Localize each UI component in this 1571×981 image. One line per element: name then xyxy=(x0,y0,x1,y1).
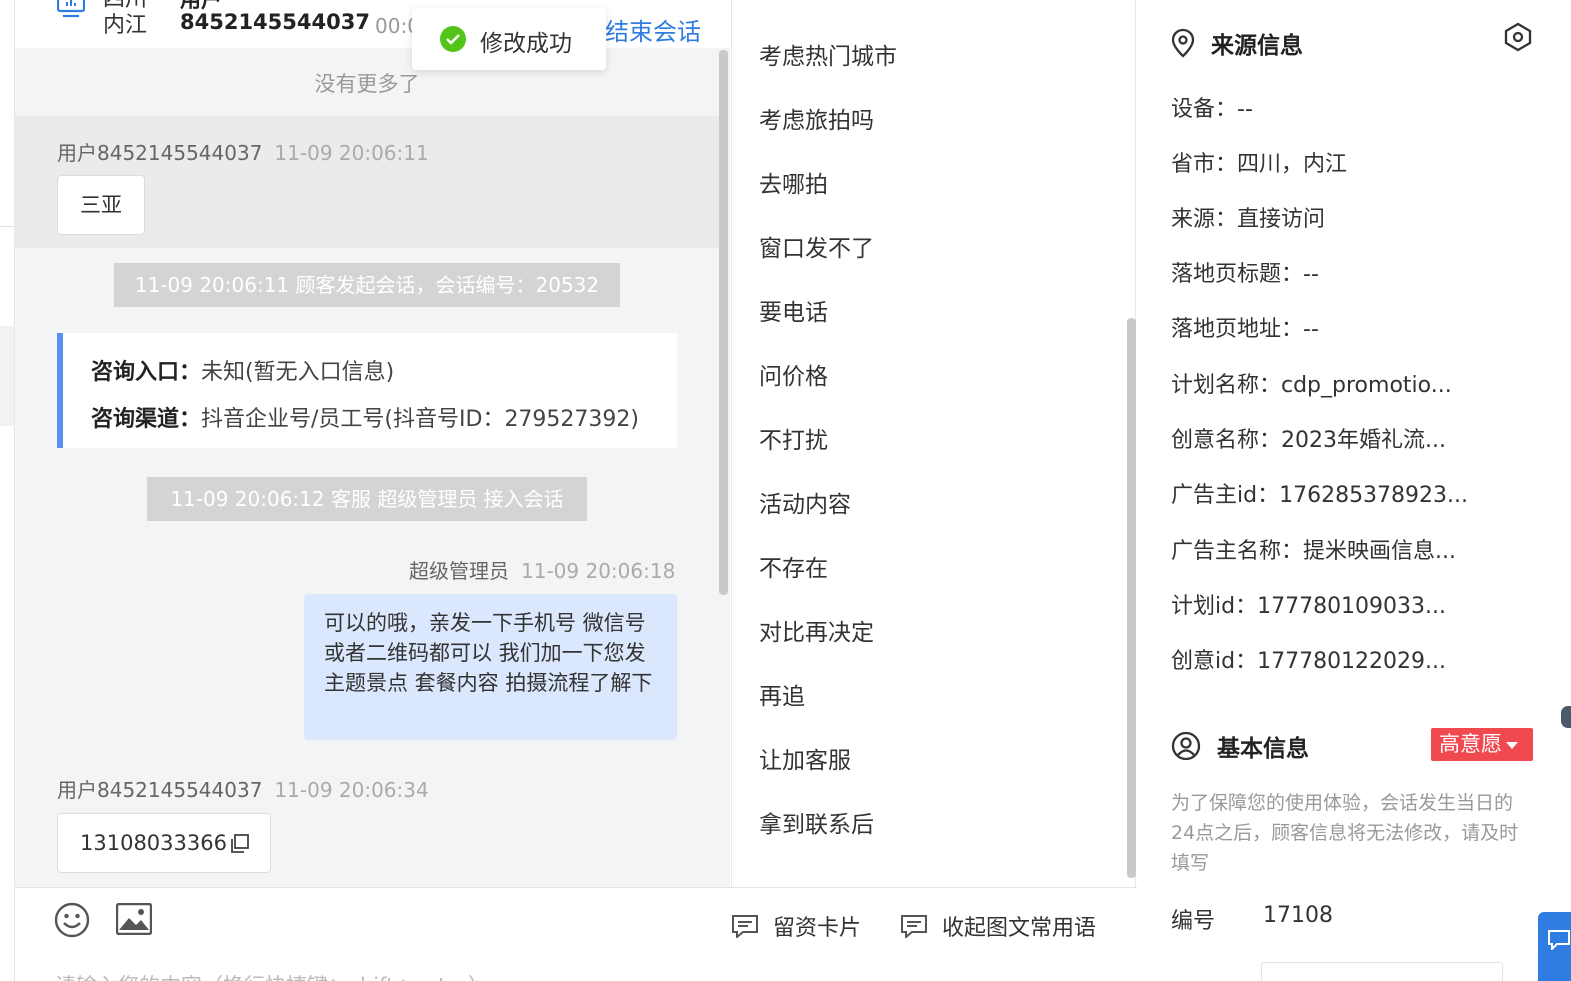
chat-scrollbar[interactable] xyxy=(719,50,728,595)
chat-panel: 四川 内江 用户 8452145544037 00:0 结束会话 没有更多了 用… xyxy=(15,0,730,887)
lead-card-button[interactable]: 留资卡片 xyxy=(731,910,861,942)
source-info-header: 来源信息 xyxy=(1171,26,1303,60)
quick-reply-item[interactable]: 去哪拍 xyxy=(759,165,828,199)
quick-reply-scrollbar[interactable] xyxy=(1127,318,1136,878)
message-sender: 超级管理员 11-09 20:06:18 xyxy=(409,555,675,584)
basic-info-title: 基本信息 xyxy=(1217,736,1309,762)
source-plan-name: 计划名称：cdp_promotio... xyxy=(1171,373,1452,398)
side-collapse-handle[interactable] xyxy=(1561,706,1571,728)
consult-entry-value: 未知(暂无入口信息) xyxy=(201,360,395,385)
quick-reply-item[interactable]: 再追 xyxy=(759,677,805,711)
chat-icon xyxy=(1548,930,1570,950)
quick-reply-item[interactable]: 对比再决定 xyxy=(759,613,874,647)
quick-reply-item[interactable]: 要电话 xyxy=(759,293,828,327)
system-note: 11-09 20:06:11 顾客发起会话，会话编号：20532 xyxy=(114,263,620,307)
quick-reply-item[interactable]: 窗口发不了 xyxy=(759,229,874,263)
consult-channel-row: 咨询渠道：抖音企业号/员工号(抖音号ID：279527392) xyxy=(91,401,639,433)
consult-channel-value: 抖音企业号/员工号(抖音号ID：279527392) xyxy=(201,407,639,432)
agent-message-bubble[interactable]: 可以的哦，亲发一下手机号 微信号或者二维码都可以 我们加一下您发主题景点 套餐内… xyxy=(304,594,677,740)
message-time: 11-09 20:06:34 xyxy=(274,778,429,802)
customer-message-bubble[interactable]: 三亚 xyxy=(57,175,145,235)
quick-reply-panel: 考虑热门城市 考虑旅拍吗 去哪拍 窗口发不了 要电话 问价格 不打扰 活动内容 … xyxy=(731,0,1136,887)
customer-id-label: 编号 xyxy=(1171,909,1216,934)
location-pin-icon xyxy=(1171,28,1195,58)
card-icon xyxy=(732,915,758,938)
basic-info-header: 基本信息 xyxy=(1171,729,1309,763)
source-landing-title: 落地页标题：-- xyxy=(1171,262,1319,287)
message-input[interactable]: 请输入您的内容（换行快捷键：shift+enter） xyxy=(55,970,489,981)
source-advertiser-name: 广告主名称：提米映画信息... xyxy=(1171,539,1456,564)
copy-icon[interactable] xyxy=(228,834,250,854)
intent-level-label: 高意愿 xyxy=(1439,732,1502,756)
left-nav-strip xyxy=(0,0,15,981)
quick-reply-item[interactable]: 考虑旅拍吗 xyxy=(759,101,874,135)
collapse-phrases-button[interactable]: 收起图文常用语 xyxy=(900,910,1096,942)
quick-reply-item[interactable]: 不存在 xyxy=(759,549,828,583)
success-check-icon xyxy=(440,26,466,52)
user-circle-icon xyxy=(1171,731,1201,761)
message-icon xyxy=(901,915,927,938)
success-toast: 修改成功 xyxy=(412,8,606,70)
source-plan-id: 计划id：177780109033... xyxy=(1171,594,1447,619)
message-sender: 用户8452145544037 11-09 20:06:11 xyxy=(57,137,429,166)
sender-name: 用户8452145544037 xyxy=(57,141,263,165)
nav-highlight xyxy=(0,326,14,426)
end-session-button[interactable]: 结束会话 xyxy=(603,12,701,47)
monitor-icon xyxy=(57,0,85,18)
quick-reply-item[interactable]: 不打扰 xyxy=(759,421,828,455)
no-more-label: 没有更多了 xyxy=(314,72,420,96)
quick-reply-item[interactable]: 考虑热门城市 xyxy=(759,37,897,71)
quick-reply-item[interactable]: 问价格 xyxy=(759,357,828,391)
collapse-phrases-label: 收起图文常用语 xyxy=(942,916,1097,941)
source-advertiser-id: 广告主id：176285378923... xyxy=(1171,483,1469,508)
quick-reply-item[interactable]: 拿到联系后 xyxy=(759,805,874,839)
edit-deadline-notice: 为了保障您的使用体验，会话发生当日的24点之后，顾客信息将无法修改，请及时填写 xyxy=(1171,792,1519,874)
sender-name: 用户8452145544037 xyxy=(57,778,263,802)
consult-info-card: 咨询入口：未知(暂无入口信息) 咨询渠道：抖音企业号/员工号(抖音号ID：279… xyxy=(57,333,677,448)
sender-name: 超级管理员 xyxy=(409,559,509,583)
phone-number-text: 13108033366 xyxy=(80,831,227,855)
image-icon[interactable] xyxy=(116,903,152,935)
consult-entry-label: 咨询入口： xyxy=(91,360,202,385)
source-channel: 来源：直接访问 xyxy=(1171,207,1326,232)
source-device: 设备：-- xyxy=(1171,97,1253,122)
source-info-title: 来源信息 xyxy=(1211,33,1303,59)
source-creative-name: 创意名称：2023年婚礼流... xyxy=(1171,428,1446,453)
source-region: 省市：四川，内江 xyxy=(1171,152,1348,177)
system-note: 11-09 20:06:12 客服 超级管理员 接入会话 xyxy=(147,477,587,521)
source-landing-url: 落地页地址：-- xyxy=(1171,317,1319,342)
chat-header: 四川 内江 用户 8452145544037 00:0 结束会话 xyxy=(15,0,730,48)
floating-chat-button[interactable] xyxy=(1538,912,1571,981)
settings-hex-icon[interactable] xyxy=(1503,22,1533,52)
quick-reply-item[interactable]: 让加客服 xyxy=(759,741,851,775)
customer-info-panel: 来源信息 设备：-- 省市：四川，内江 来源：直接访问 落地页标题：-- 落地页… xyxy=(1137,0,1571,981)
customer-message-bubble[interactable]: 13108033366 xyxy=(57,813,271,873)
toast-message: 修改成功 xyxy=(480,31,572,57)
message-input-bar: 留资卡片 收起图文常用语 请输入您的内容（换行快捷键：shift+enter） xyxy=(15,887,1137,981)
lead-card-label: 留资卡片 xyxy=(773,916,862,941)
message-time: 11-09 20:06:18 xyxy=(521,559,676,583)
intent-level-dropdown[interactable]: 高意愿 xyxy=(1431,728,1533,761)
caret-down-icon xyxy=(1506,741,1518,749)
divider xyxy=(0,226,14,227)
customer-field-input[interactable] xyxy=(1261,962,1503,981)
source-creative-id: 创意id：177780122029... xyxy=(1171,649,1447,674)
message-time: 11-09 20:06:11 xyxy=(274,141,429,165)
customer-id-value: 17108 xyxy=(1263,903,1333,928)
emoji-icon[interactable] xyxy=(54,902,90,938)
header-city: 内江 xyxy=(103,13,148,38)
message-sender: 用户8452145544037 11-09 20:06:34 xyxy=(57,774,429,803)
quick-reply-item[interactable]: 活动内容 xyxy=(759,485,851,519)
message-row-highlighted: 用户8452145544037 11-09 20:06:11 三亚 xyxy=(15,116,719,248)
consult-channel-label: 咨询渠道： xyxy=(91,407,202,432)
header-user-id: 8452145544037 xyxy=(180,10,370,34)
consult-entry-row: 咨询入口：未知(暂无入口信息) xyxy=(91,354,394,386)
